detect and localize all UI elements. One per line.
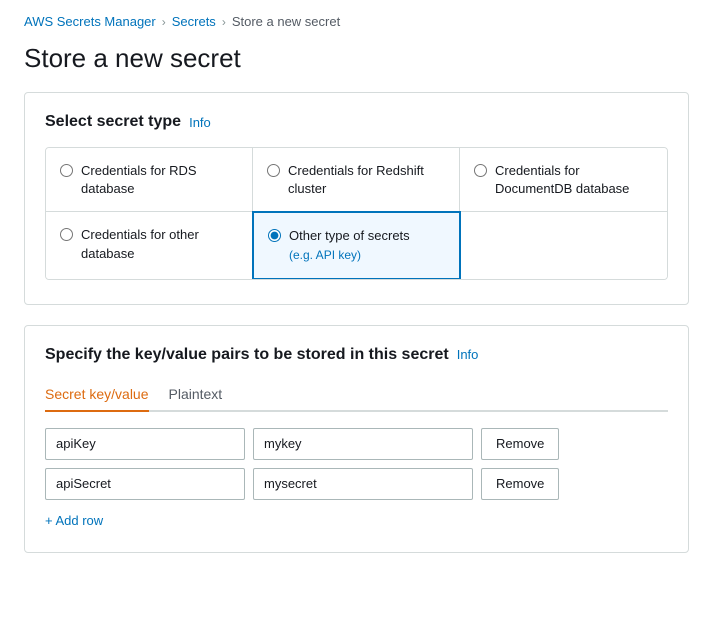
option-redshift-label: Credentials for Redshift cluster xyxy=(288,162,446,198)
option-other-db-label: Credentials for other database xyxy=(81,226,239,262)
option-other-type-label: Other type of secrets (e.g. API key) xyxy=(289,227,410,263)
option-docdb[interactable]: Credentials for DocumentDB database xyxy=(459,147,668,213)
breadcrumb-sep-2: › xyxy=(222,15,226,29)
radio-other-db[interactable] xyxy=(60,228,73,241)
kv-key-2[interactable] xyxy=(45,468,245,500)
option-docdb-label: Credentials for DocumentDB database xyxy=(495,162,653,198)
radio-rds[interactable] xyxy=(60,164,73,177)
kv-section-title: Specify the key/value pairs to be stored… xyxy=(45,346,668,364)
option-redshift[interactable]: Credentials for Redshift cluster xyxy=(252,147,461,213)
secret-type-info-link[interactable]: Info xyxy=(189,115,211,130)
breadcrumb: AWS Secrets Manager › Secrets › Store a … xyxy=(0,0,713,39)
option-rds-label: Credentials for RDS database xyxy=(81,162,239,198)
option-other-type[interactable]: Other type of secrets (e.g. API key) xyxy=(252,211,461,279)
kv-rows: Remove Remove xyxy=(45,428,668,500)
page-title: Store a new secret xyxy=(0,39,713,92)
radio-other-type[interactable] xyxy=(268,229,281,242)
kv-key-1[interactable] xyxy=(45,428,245,460)
breadcrumb-secrets[interactable]: Secrets xyxy=(172,14,216,29)
secret-type-section-title: Select secret type Info xyxy=(45,113,668,131)
kv-value-2[interactable] xyxy=(253,468,473,500)
option-empty xyxy=(459,211,668,279)
tab-secret-kv[interactable]: Secret key/value xyxy=(45,378,149,412)
breadcrumb-sep-1: › xyxy=(162,15,166,29)
remove-btn-2[interactable]: Remove xyxy=(481,468,559,500)
kv-value-1[interactable] xyxy=(253,428,473,460)
kv-row-2: Remove xyxy=(45,468,668,500)
radio-redshift[interactable] xyxy=(267,164,280,177)
radio-docdb[interactable] xyxy=(474,164,487,177)
remove-btn-1[interactable]: Remove xyxy=(481,428,559,460)
breadcrumb-current: Store a new secret xyxy=(232,14,340,29)
kv-info-link[interactable]: Info xyxy=(457,347,479,362)
secret-type-options-grid: Credentials for RDS database Credentials… xyxy=(45,147,668,280)
add-row-link[interactable]: + Add row xyxy=(45,513,103,528)
option-other-type-sub: (e.g. API key) xyxy=(289,248,361,262)
kv-row-1: Remove xyxy=(45,428,668,460)
tab-plaintext[interactable]: Plaintext xyxy=(169,378,223,412)
kv-tabs: Secret key/value Plaintext xyxy=(45,378,668,412)
option-other-db[interactable]: Credentials for other database xyxy=(45,211,254,279)
breadcrumb-aws-secrets-manager[interactable]: AWS Secrets Manager xyxy=(24,14,156,29)
secret-type-title-text: Select secret type xyxy=(45,113,181,131)
option-rds[interactable]: Credentials for RDS database xyxy=(45,147,254,213)
secret-type-card: Select secret type Info Credentials for … xyxy=(24,92,689,305)
kv-card: Specify the key/value pairs to be stored… xyxy=(24,325,689,553)
kv-title-text: Specify the key/value pairs to be stored… xyxy=(45,346,449,364)
